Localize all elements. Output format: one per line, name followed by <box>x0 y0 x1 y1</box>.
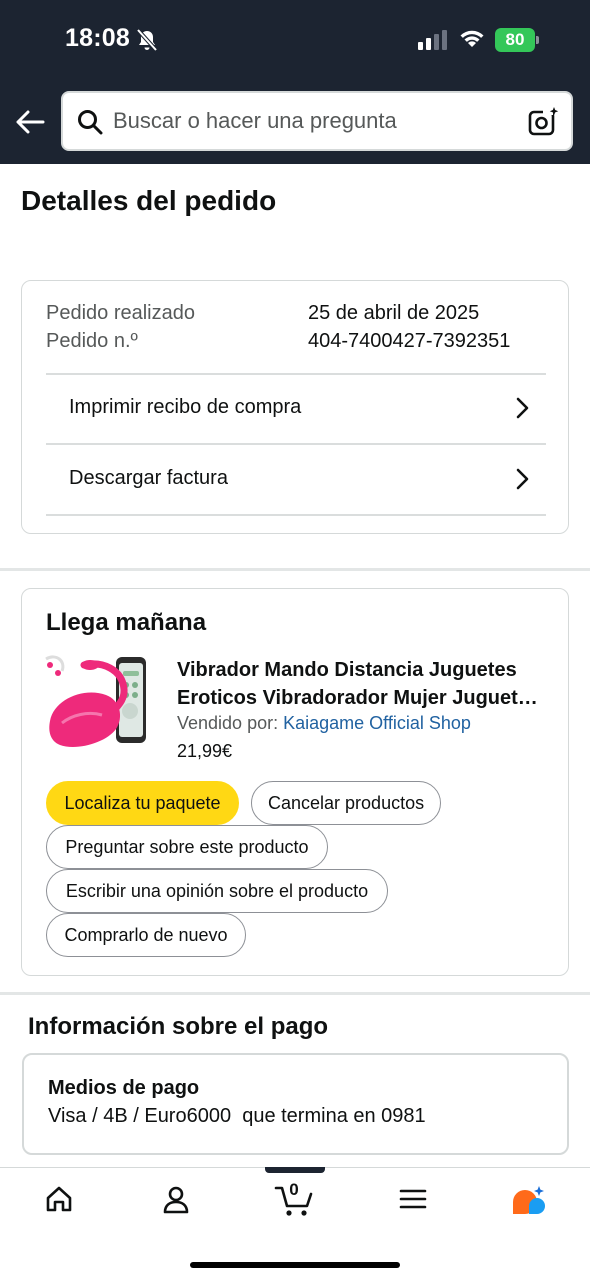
product-image[interactable] <box>44 651 154 761</box>
cancel-items-button[interactable]: Cancelar productos <box>251 781 441 825</box>
menu-icon <box>399 1189 427 1209</box>
divider <box>46 514 546 516</box>
camera-search-icon[interactable] <box>527 105 559 137</box>
home-icon <box>46 1186 72 1212</box>
nav-cart[interactable]: 0 <box>264 1180 324 1220</box>
delivery-status-title: Llega mañana <box>46 609 207 636</box>
payment-method-card: Medios de pago Visa / 4B / Euro6000 que … <box>22 1053 569 1155</box>
nav-home[interactable] <box>29 1184 89 1220</box>
battery-level: 80 <box>495 28 535 52</box>
wifi-icon <box>460 30 484 47</box>
payment-section-title: Información sobre el pago <box>28 1013 329 1040</box>
search-input[interactable] <box>113 93 513 149</box>
nav-rufus[interactable] <box>499 1184 559 1220</box>
section-separator <box>0 992 590 995</box>
delivery-card: Llega mañana Vibrador Mando Distancia Ju… <box>21 588 569 976</box>
rufus-icon <box>513 1186 545 1214</box>
top-bar: 18:08 80 <box>0 0 590 164</box>
buy-again-button[interactable]: Comprarlo de nuevo <box>46 913 246 957</box>
write-review-button[interactable]: Escribir una opinión sobre el producto <box>46 869 388 913</box>
download-invoice-link[interactable]: Descargar factura <box>46 445 546 515</box>
payment-method-value: Visa / 4B / Euro6000 que termina en 0981 <box>48 1105 426 1127</box>
active-tab-indicator <box>265 1167 325 1173</box>
ask-product-question-button[interactable]: Preguntar sobre este producto <box>46 825 328 869</box>
order-date-value: 25 de abril de 2025 <box>308 302 480 324</box>
battery-indicator: 80 <box>495 28 539 52</box>
download-invoice-label: Descargar factura <box>69 467 228 489</box>
payment-method-label: Medios de pago <box>48 1077 200 1099</box>
seller-info: Vendido por: Kaiagame Official Shop <box>177 713 471 734</box>
order-number-label: Pedido n.º <box>46 330 138 352</box>
home-indicator <box>190 1262 400 1268</box>
signal-icon <box>418 30 447 50</box>
track-package-button[interactable]: Localiza tu paquete <box>46 781 239 825</box>
page-title: Detalles del pedido <box>21 185 277 216</box>
chevron-right-icon <box>516 468 529 490</box>
seller-link[interactable]: Kaiagame Official Shop <box>283 713 471 733</box>
bell-off-icon <box>136 28 158 52</box>
account-icon <box>163 1186 189 1214</box>
product-price: 21,99€ <box>177 741 233 761</box>
nav-menu[interactable] <box>383 1184 443 1220</box>
search-icon <box>78 110 103 135</box>
order-date-label: Pedido realizado <box>46 302 195 324</box>
nav-account[interactable] <box>146 1184 206 1220</box>
search-bar[interactable] <box>61 91 573 151</box>
chevron-right-icon <box>516 397 529 419</box>
status-time: 18:08 <box>65 24 130 52</box>
product-title-line: Eroticos Vibradorador Mujer Juguet… <box>177 687 538 709</box>
cart-count: 0 <box>289 1180 299 1199</box>
print-receipt-label: Imprimir recibo de compra <box>69 396 302 418</box>
seller-prefix: Vendido por: <box>177 713 279 733</box>
print-receipt-link[interactable]: Imprimir recibo de compra <box>46 374 546 444</box>
product-title[interactable]: Vibrador Mando Distancia Juguetes Erotic… <box>177 656 552 712</box>
battery-tip <box>536 36 539 44</box>
section-separator <box>0 568 590 571</box>
back-arrow-icon[interactable] <box>14 108 46 136</box>
product-title-line: Vibrador Mando Distancia Juguetes <box>177 659 517 681</box>
order-number-value: 404-7400427-7392351 <box>308 330 511 352</box>
order-summary-card: Pedido realizado 25 de abril de 2025 Ped… <box>21 280 569 534</box>
